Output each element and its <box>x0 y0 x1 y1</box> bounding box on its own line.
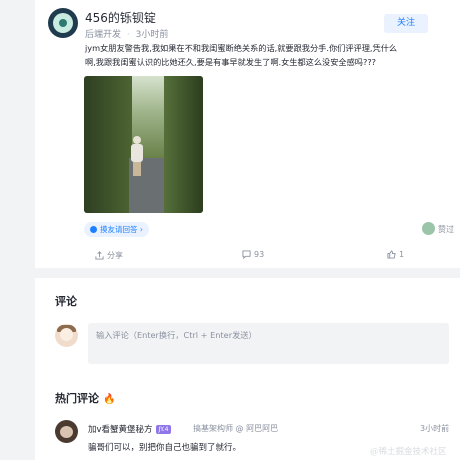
share-label: 分享 <box>107 251 123 260</box>
comments-card: 评论 输入评论（Enter换行，Ctrl + Enter发送） 热门评论 🔥 加v… <box>35 278 460 460</box>
liked-indicator[interactable]: 赞过 <box>422 222 454 237</box>
post-card: 456的铄钡锭 后端开发 · 3小时前 关注 jym女朋友警告我,我如果在不和我… <box>35 0 460 268</box>
like-button[interactable]: 1 <box>387 250 404 259</box>
like-count: 1 <box>399 250 405 259</box>
comment-input-placeholder: 输入评论（Enter换行，Ctrl + Enter发送） <box>96 330 257 340</box>
share-icon <box>95 251 104 260</box>
thumb-up-icon <box>387 250 396 259</box>
post-content: jym女朋友警告我,我如果在不和我闺蜜断绝关系的话,就要跟我分手.你们评评理,凭… <box>85 43 398 67</box>
circle-icon <box>90 226 97 233</box>
circle-tag-label: 摸友请回答 <box>100 225 138 234</box>
post-image[interactable] <box>84 76 203 213</box>
level-badge: JY.4 <box>155 425 172 434</box>
liked-label: 赞过 <box>438 225 454 234</box>
commenter-avatar[interactable] <box>55 420 78 443</box>
post-time: 3小时前 <box>135 30 169 40</box>
comment-count: 93 <box>254 250 265 259</box>
comment-time: 3小时前 <box>420 424 450 433</box>
post-actions: 分享 93 1 <box>35 247 460 265</box>
comment-button[interactable]: 93 <box>242 250 265 260</box>
watermark: @稀土掘金技术社区 <box>370 447 447 457</box>
author-avatar[interactable] <box>48 8 78 38</box>
circle-tag[interactable]: 摸友请回答 › <box>84 222 149 237</box>
post-meta: 后端开发 · 3小时前 <box>85 30 169 40</box>
my-avatar <box>55 324 78 347</box>
commenter-name[interactable]: 加v看蟹黄堡秘方 JY.4 <box>88 423 172 435</box>
author-role: 后端开发 <box>85 30 122 40</box>
author-name[interactable]: 456的铄钡锭 <box>85 9 156 26</box>
commenter-name-text: 加v看蟹黄堡秘方 <box>88 425 153 435</box>
hot-title-text: 热门评论 <box>55 392 99 405</box>
comment-input[interactable]: 输入评论（Enter换行，Ctrl + Enter发送） <box>88 323 449 364</box>
follow-button[interactable]: 关注 <box>384 14 428 33</box>
fire-icon: 🔥 <box>103 394 116 405</box>
share-button[interactable]: 分享 <box>95 250 123 261</box>
commenter-role: 搞基架构师 @ 阿巴阿巴 <box>193 424 279 433</box>
comment-icon <box>242 250 251 260</box>
comments-title: 评论 <box>55 295 77 308</box>
liker-avatar <box>422 222 435 235</box>
comment-text: 骗哥们可以，别把你自己也骗到了就行。 <box>88 443 242 453</box>
hot-comments-title: 热门评论 🔥 <box>55 390 115 406</box>
